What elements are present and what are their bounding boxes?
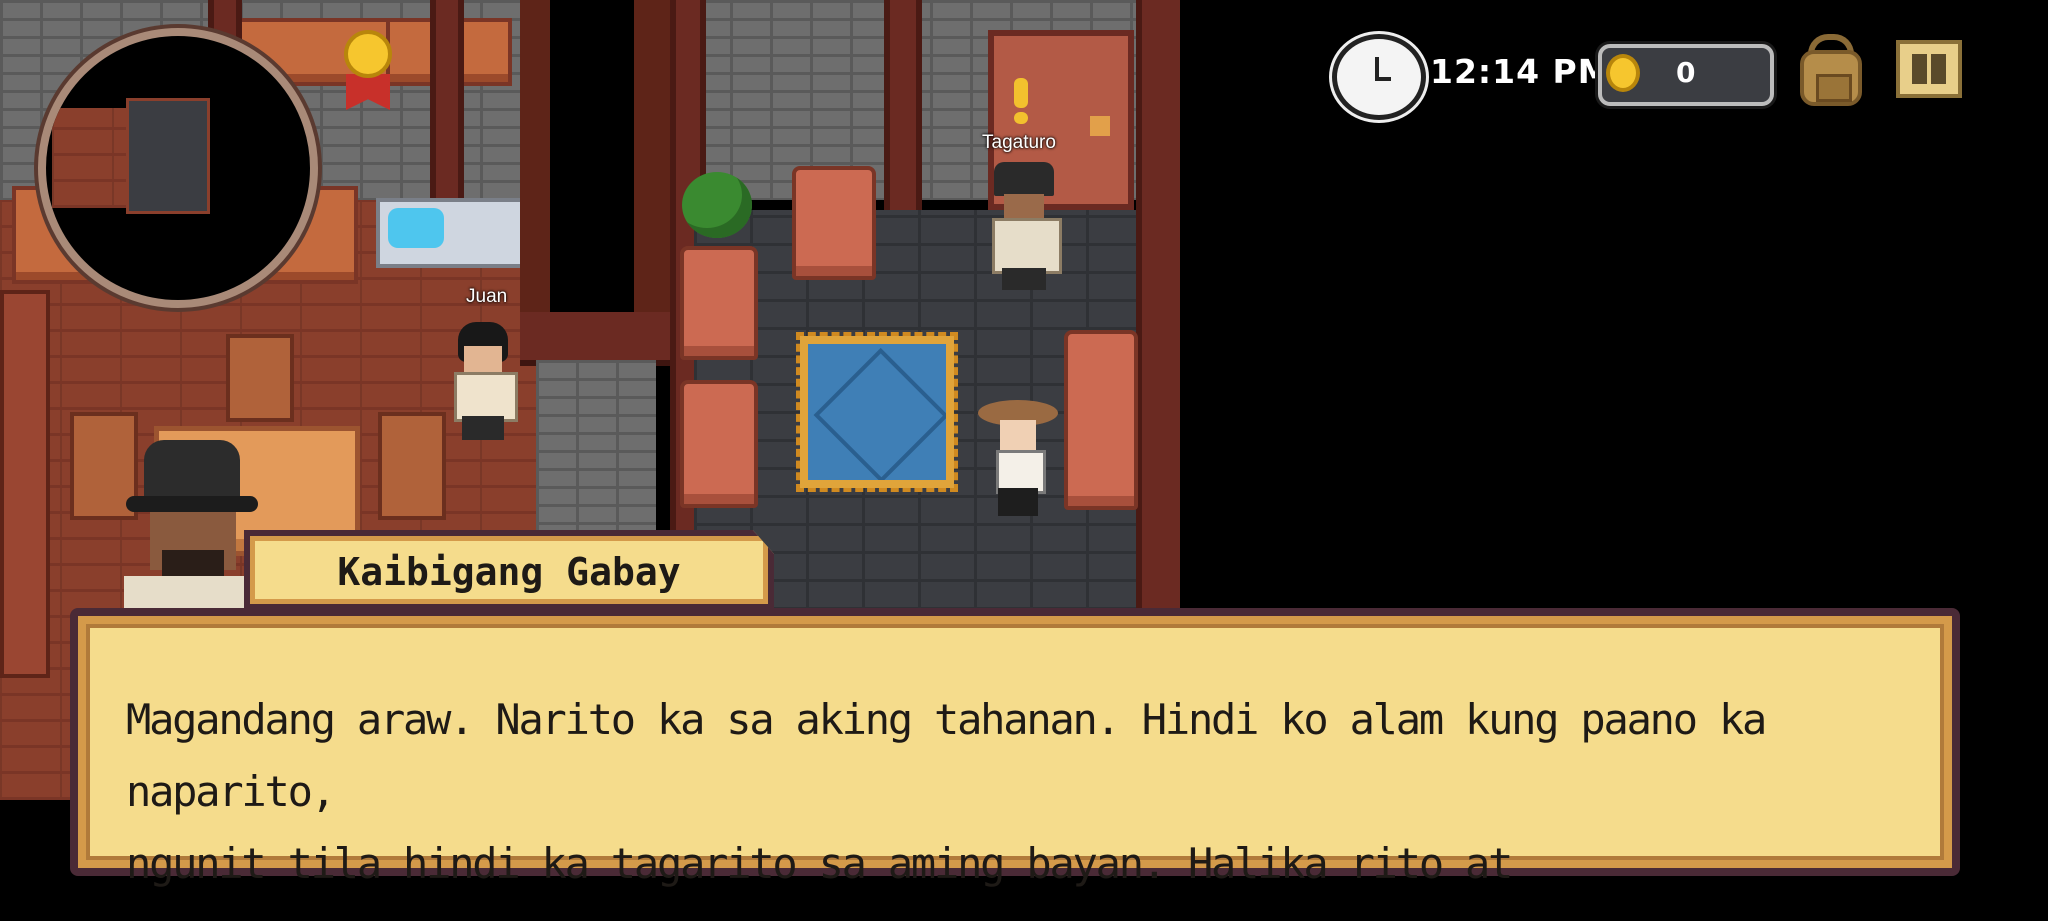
dialogue-line: ngunit tila hindi ka tagarito sa aming b… bbox=[126, 839, 1513, 888]
juan-name-label: Juan bbox=[466, 286, 508, 307]
door-frame-trim bbox=[520, 312, 674, 366]
hat bbox=[994, 162, 1054, 196]
wardrobe bbox=[0, 290, 50, 678]
dialogue-line: Magandang araw. Narito ka sa aking tahan… bbox=[126, 695, 1767, 816]
face bbox=[464, 346, 502, 372]
door-handle bbox=[1090, 116, 1110, 136]
map-icon bbox=[1912, 54, 1946, 84]
corridor-wall bbox=[634, 0, 674, 360]
speaker-portrait bbox=[118, 440, 266, 610]
sofa bbox=[1064, 330, 1138, 510]
clock-icon bbox=[1332, 34, 1426, 120]
pants bbox=[1002, 268, 1046, 290]
beard bbox=[162, 550, 224, 578]
dialogue-box[interactable]: Magandang araw. Narito ka sa aking tahan… bbox=[70, 608, 1960, 888]
armchair bbox=[680, 380, 758, 508]
chair bbox=[378, 412, 446, 520]
game-time: 12:14 PM bbox=[1430, 52, 1612, 91]
wall-pillar bbox=[884, 0, 922, 210]
dialogue-text: Magandang araw. Narito ka sa aking tahan… bbox=[126, 684, 1926, 900]
coin-count: 0 bbox=[1676, 56, 1696, 89]
pants bbox=[998, 488, 1038, 516]
blue-rug bbox=[796, 332, 958, 492]
face bbox=[1000, 420, 1036, 450]
player-character[interactable] bbox=[978, 394, 1058, 518]
coin-icon bbox=[1606, 54, 1640, 92]
chair bbox=[226, 334, 294, 422]
coat bbox=[124, 576, 260, 610]
armchair bbox=[792, 166, 876, 280]
hat bbox=[144, 440, 240, 502]
coat bbox=[992, 218, 1062, 274]
tagaturo-name-label: Tagaturo bbox=[982, 132, 1056, 153]
minimap-room bbox=[52, 108, 132, 208]
hat-brim bbox=[126, 496, 258, 512]
minimap-room bbox=[126, 98, 210, 214]
face bbox=[1004, 194, 1044, 218]
minimap[interactable] bbox=[38, 28, 318, 308]
corridor-gap bbox=[554, 0, 632, 310]
tagaturo-character[interactable] bbox=[986, 162, 1062, 292]
quest-marker-icon bbox=[1014, 78, 1028, 124]
backpack-icon[interactable] bbox=[1798, 34, 1864, 108]
corridor-wall bbox=[520, 0, 550, 340]
potted-plant bbox=[682, 172, 752, 238]
pants bbox=[462, 416, 504, 440]
hallway-wall bbox=[536, 360, 656, 532]
shirt bbox=[454, 372, 518, 422]
juan-character[interactable] bbox=[448, 322, 518, 442]
water-basin bbox=[388, 208, 444, 248]
armchair bbox=[680, 246, 758, 360]
wall-pillar bbox=[430, 0, 464, 200]
achievement-medal-icon[interactable] bbox=[340, 30, 396, 110]
map-button[interactable] bbox=[1896, 40, 1962, 98]
speaker-name: Kaibigang Gabay bbox=[337, 550, 681, 594]
wall-pillar bbox=[1136, 0, 1180, 610]
speaker-nameplate: Kaibigang Gabay bbox=[244, 530, 774, 610]
